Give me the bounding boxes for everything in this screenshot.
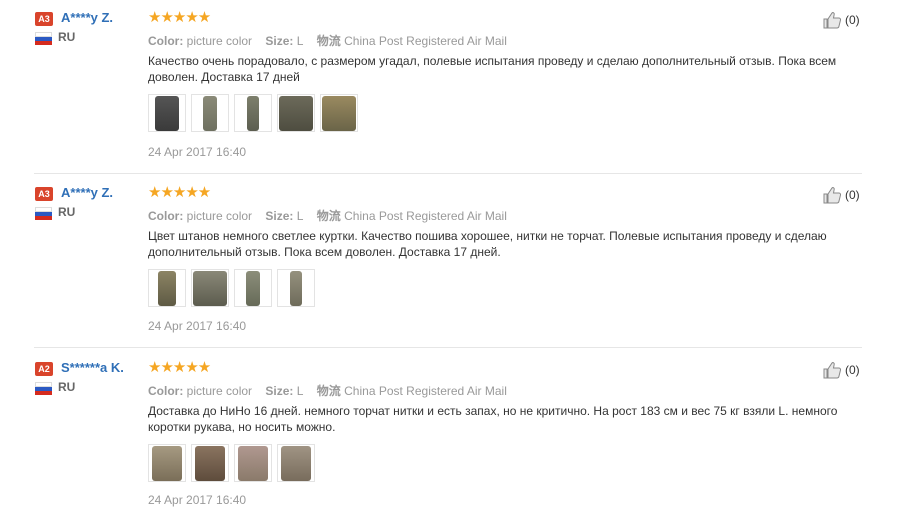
helpful-count: (0) — [845, 363, 860, 377]
review-photo-thumb[interactable] — [191, 444, 229, 482]
review-divider — [34, 347, 862, 348]
order-info: Color: picture color Size: L 物流 China Po… — [148, 32, 507, 49]
size-label: Size: — [265, 209, 294, 223]
color-value: picture color — [186, 34, 253, 48]
review-photo-thumb[interactable] — [234, 269, 272, 307]
size-value: L — [296, 384, 304, 398]
buyer-level-badge: A2 — [35, 362, 53, 376]
review-photos — [148, 269, 315, 307]
thumbs-up-icon — [823, 362, 842, 379]
helpful-button[interactable]: (0) — [822, 10, 860, 30]
review-photo-thumb[interactable] — [191, 94, 229, 132]
size-label: Size: — [265, 384, 294, 398]
review-photos — [148, 94, 358, 132]
review-photo-thumb[interactable] — [191, 269, 229, 307]
review-date: 24 Apr 2017 16:40 — [148, 145, 247, 159]
color-label: Color: — [148, 209, 184, 223]
review-photo-thumb[interactable] — [277, 94, 315, 132]
thumbs-up-icon — [823, 187, 842, 204]
review-photo-thumb[interactable] — [277, 444, 315, 482]
shipping-method: China Post Registered Air Mail — [344, 384, 507, 398]
buyer-level-badge: A3 — [35, 12, 53, 26]
buyer-country: RU — [58, 380, 76, 394]
size-value: L — [296, 34, 304, 48]
buyer-level-badge: A3 — [35, 187, 53, 201]
review-photo-thumb[interactable] — [277, 269, 315, 307]
review-photo-thumb[interactable] — [234, 94, 272, 132]
review-text: Цвет штанов немного светлее куртки. Каче… — [148, 229, 827, 259]
shipping-icon: 物流 — [316, 209, 341, 223]
shipping-icon: 物流 — [316, 384, 341, 398]
thumbs-up-icon — [823, 12, 842, 29]
russia-flag-icon — [35, 382, 52, 395]
review-photo-thumb[interactable] — [148, 94, 186, 132]
color-label: Color: — [148, 384, 184, 398]
star-rating: ★★★★★ — [148, 9, 211, 26]
color-value: picture color — [186, 384, 253, 398]
color-value: picture color — [186, 209, 253, 223]
review-photo-thumb[interactable] — [148, 444, 186, 482]
helpful-button[interactable]: (0) — [822, 185, 860, 205]
star-rating: ★★★★★ — [148, 359, 211, 376]
order-info: Color: picture color Size: L 物流 China Po… — [148, 207, 507, 224]
buyer-country: RU — [58, 205, 76, 219]
review-text: Доставка до НиНо 16 дней. немного торчат… — [148, 404, 838, 434]
review-date: 24 Apr 2017 16:40 — [148, 493, 247, 507]
helpful-button[interactable]: (0) — [822, 360, 860, 380]
size-value: L — [296, 209, 304, 223]
order-info: Color: picture color Size: L 物流 China Po… — [148, 382, 507, 399]
russia-flag-icon — [35, 32, 52, 45]
buyer-country: RU — [58, 30, 76, 44]
review-photo-thumb[interactable] — [234, 444, 272, 482]
review-photos — [148, 444, 315, 482]
review-text: Качество очень порадовало, с размером уг… — [148, 54, 837, 84]
color-label: Color: — [148, 34, 184, 48]
review-photo-thumb[interactable] — [148, 269, 186, 307]
shipping-method: China Post Registered Air Mail — [344, 34, 507, 48]
size-label: Size: — [265, 34, 294, 48]
buyer-name[interactable]: S******a K. — [61, 360, 124, 375]
star-rating: ★★★★★ — [148, 184, 211, 201]
review-photo-thumb[interactable] — [320, 94, 358, 132]
review-date: 24 Apr 2017 16:40 — [148, 319, 247, 333]
helpful-count: (0) — [845, 13, 860, 27]
shipping-method: China Post Registered Air Mail — [344, 209, 507, 223]
review-divider — [34, 173, 862, 174]
buyer-name[interactable]: A****y Z. — [61, 185, 113, 200]
russia-flag-icon — [35, 207, 52, 220]
buyer-name[interactable]: A****y Z. — [61, 10, 113, 25]
helpful-count: (0) — [845, 188, 860, 202]
shipping-icon: 物流 — [316, 34, 341, 48]
